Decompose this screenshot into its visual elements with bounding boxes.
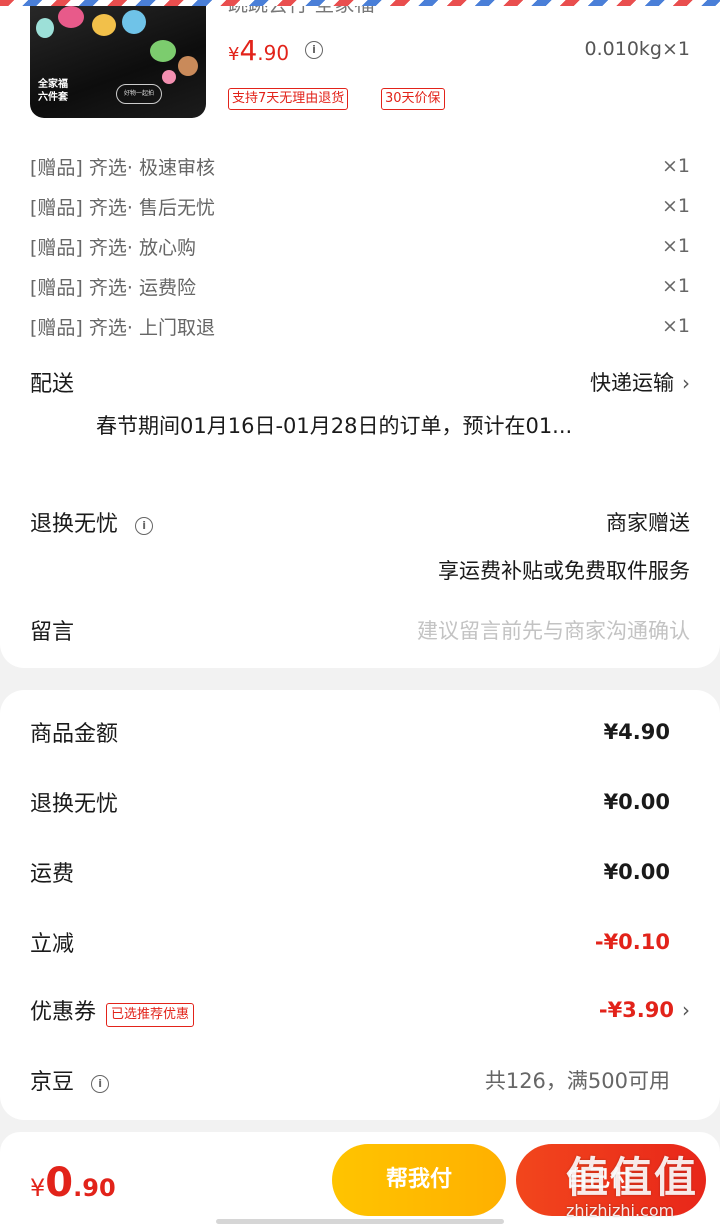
total-decimal: .90 [73,1174,116,1202]
address-stripe [0,0,720,6]
gift-label: [赠品] 齐选· 放心购 [30,236,196,259]
gift-item: [赠品] 齐选· 极速审核 ×1 [30,146,690,186]
worry-fee-row: 退换无忧 ¥0.00 [30,786,670,818]
order-detail-card: 全家福 六件套 好物一起拍 跳跳芸行 全家福 ¥4.90 i 0.010kg×1… [0,0,720,668]
worry-free-subtext: 享运费补贴或免费取件服务 [438,559,690,583]
chevron-right-icon: › [682,998,690,1023]
gift-qty: ×1 [661,195,690,217]
site-watermark: 值值值 zhizhizhi.com [566,1144,716,1224]
coupon-label: 优惠券 [30,1000,97,1025]
price-decimal: .90 [257,41,290,65]
gift-item: [赠品] 齐选· 售后无忧 ×1 [30,186,690,226]
shipping-row: 运费 ¥0.00 [30,856,670,888]
product-price: ¥4.90 [228,34,289,72]
toy-figure-icon [150,40,176,62]
beans-value: 共126，满500可用 [484,1069,670,1093]
jd-beans-row: 京豆 i 共126，满500可用 [30,1064,670,1096]
gift-item: [赠品] 齐选· 放心购 ×1 [30,226,690,266]
gift-list: [赠品] 齐选· 极速审核 ×1 [赠品] 齐选· 售后无忧 ×1 [赠品] 齐选·… [30,146,690,346]
coupon-value: -¥3.90 [598,998,674,1023]
message-input[interactable]: 建议留言前先与商家沟通确认 [417,615,690,645]
toy-figure-icon [58,6,84,28]
delivery-method[interactable]: 快递运输 › [590,367,690,397]
price-integer: 4 [239,34,258,67]
goods-amount-label: 商品金额 [30,722,119,747]
goods-amount-value: ¥4.90 [603,720,670,744]
gift-label: [赠品] 齐选· 极速审核 [30,156,215,179]
worry-free-row: 退换无忧 i 商家赠送 [30,506,690,538]
toy-figure-icon [36,18,54,38]
toy-figure-icon [92,14,116,36]
beans-label-group: 京豆 i [30,1064,110,1096]
beans-label: 京豆 [30,1070,75,1095]
thumb-set-label: 全家福 六件套 [38,79,68,103]
toy-figure-icon [178,56,198,76]
coupon-row[interactable]: 优惠券 已选推荐优惠 -¥3.90 › [30,994,690,1027]
worry-free-label: 退换无忧 [30,512,119,537]
price-info-icon[interactable]: i [305,41,323,59]
info-icon[interactable]: i [91,1075,110,1093]
return-policy-badge: 支持7天无理由退货 [228,88,349,110]
shipping-label: 运费 [30,862,75,887]
goods-amount-row: 商品金额 ¥4.90 [30,716,670,748]
worry-free-value: 商家赠送 [606,511,690,535]
gift-qty: ×1 [661,235,690,257]
help-pay-button[interactable]: 帮我付 [332,1144,506,1216]
delivery-row[interactable]: 配送 快递运输 › [30,366,690,398]
worry-free-label-group: 退换无忧 i [30,506,154,538]
watermark-logo: 值值值 [566,1153,699,1202]
order-total: ¥0.90 [30,1160,116,1206]
gift-qty: ×1 [661,315,690,337]
gift-item: [赠品] 齐选· 运费险 ×1 [30,266,690,306]
coupon-recommend-badge: 已选推荐优惠 [106,1002,195,1027]
home-indicator[interactable] [216,1219,504,1224]
delivery-method-value: 快递运输 [590,371,674,395]
gift-qty: ×1 [661,155,690,177]
shipping-value: ¥0.00 [603,860,670,884]
product-weight-qty: 0.010kg×1 [584,38,690,60]
gift-label: [赠品] 齐选· 售后无忧 [30,196,215,219]
total-integer: 0 [45,1160,74,1206]
price-summary-card: 商品金额 ¥4.90 退换无忧 ¥0.00 运费 ¥0.00 立减 -¥0.10… [0,690,720,1120]
chevron-right-icon: › [682,371,690,395]
product-thumbnail[interactable]: 全家福 六件套 好物一起拍 [30,0,206,118]
worry-fee-value: ¥0.00 [603,790,670,814]
gift-label: [赠品] 齐选· 运费险 [30,276,196,299]
gift-qty: ×1 [661,275,690,297]
discount-row: 立减 -¥0.10 [30,926,670,958]
coupon-value-group[interactable]: -¥3.90 › [599,998,690,1022]
delivery-notice: 春节期间01月16日-01月28日的订单，预计在01... [96,414,573,438]
delivery-label: 配送 [30,372,75,397]
message-label: 留言 [30,620,75,645]
gift-item: [赠品] 齐选· 上门取退 ×1 [30,306,690,346]
gift-label: [赠品] 齐选· 上门取退 [30,316,215,339]
thumb-bubble-label: 好物一起拍 [116,84,162,104]
total-currency: ¥ [30,1174,46,1202]
toy-figure-icon [122,10,146,34]
price-protect-badge: 30天价保 [381,88,445,110]
toy-figure-icon [162,70,176,84]
price-currency: ¥ [228,44,240,65]
message-row[interactable]: 留言 建议留言前先与商家沟通确认 [30,614,690,646]
discount-label: 立减 [30,932,75,957]
coupon-label-group: 优惠券 已选推荐优惠 [30,994,195,1027]
discount-value: -¥0.10 [594,930,670,954]
worry-fee-label: 退换无忧 [30,792,119,817]
info-icon[interactable]: i [135,517,154,535]
